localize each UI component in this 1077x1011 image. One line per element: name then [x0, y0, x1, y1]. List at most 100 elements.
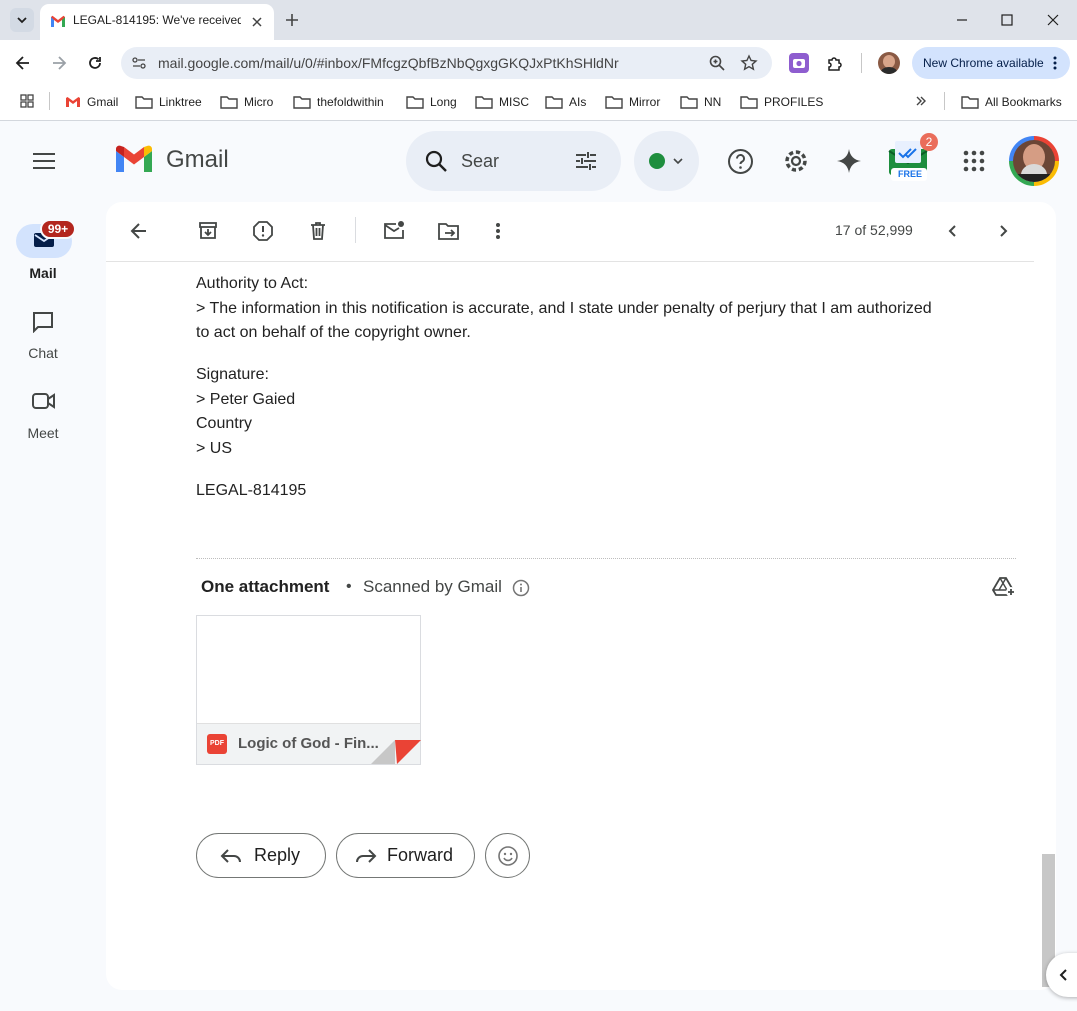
extensions-puzzle-icon[interactable]	[825, 53, 845, 73]
bookmark-nn[interactable]: NN	[680, 92, 721, 112]
left-rail: 99+ Mail Chat Meet	[0, 121, 86, 1011]
bookmark-mirror[interactable]: Mirror	[605, 92, 660, 112]
status-dot	[649, 153, 665, 169]
mark-unread-icon[interactable]	[383, 220, 405, 240]
window-close-icon[interactable]	[1045, 12, 1061, 28]
chevron-double-right-icon[interactable]	[914, 94, 928, 108]
signature-value: > Peter Gaied	[196, 391, 296, 408]
chevron-down-icon	[17, 17, 27, 24]
bookmark-label: All Bookmarks	[985, 95, 1062, 109]
chat-rail-label[interactable]: Chat	[0, 345, 86, 361]
report-spam-icon[interactable]	[253, 221, 273, 241]
toolbar-divider	[861, 53, 862, 73]
browser-tab[interactable]: LEGAL-814195: We've received	[40, 4, 274, 40]
move-to-icon[interactable]	[438, 221, 460, 241]
bookmark-profiles[interactable]: PROFILES	[740, 92, 823, 112]
country-heading: Country	[196, 415, 253, 432]
toolbar-separator	[106, 261, 1034, 262]
chat-icon[interactable]	[32, 311, 54, 333]
apps-grid-icon[interactable]	[19, 93, 35, 109]
pagination-text: 17 of 52,999	[835, 222, 913, 238]
back-to-inbox-icon[interactable]	[129, 221, 149, 241]
reply-button[interactable]: Reply	[196, 833, 326, 878]
bookmark-gmail[interactable]: Gmail	[65, 92, 118, 112]
bookmark-label: Linktree	[159, 95, 202, 109]
video-camera-icon[interactable]	[32, 392, 56, 410]
bookmark-star-icon[interactable]	[740, 54, 758, 72]
zoom-icon[interactable]	[708, 54, 726, 72]
address-bar[interactable]: mail.google.com/mail/u/0/#inbox/FMfcgzQb…	[121, 47, 772, 79]
archive-icon[interactable]	[198, 221, 218, 241]
scanned-by-gmail-label: Scanned by Gmail	[363, 577, 502, 596]
page-curl-icon	[371, 740, 421, 764]
folder-icon	[475, 96, 493, 109]
bookmark-misc[interactable]: MISC	[475, 92, 529, 112]
authority-line-1: > The information in this notification i…	[196, 300, 932, 317]
add-to-drive-icon[interactable]	[992, 576, 1016, 598]
bookmarks-divider	[49, 92, 50, 110]
help-icon[interactable]	[727, 148, 754, 175]
folder-icon	[961, 96, 979, 109]
bookmark-thefoldwithin[interactable]: thefoldwithin	[293, 92, 384, 112]
reply-label: Reply	[254, 845, 301, 865]
gmail-favicon-icon	[66, 97, 80, 107]
attachments-divider	[196, 558, 1016, 559]
more-options-icon[interactable]	[493, 221, 503, 241]
bookmark-label: Long	[430, 95, 457, 109]
account-avatar[interactable]	[1009, 136, 1059, 186]
google-apps-icon[interactable]	[962, 149, 986, 173]
bookmark-ais[interactable]: AIs	[545, 92, 586, 112]
new-chrome-label: New Chrome available	[923, 56, 1044, 70]
search-options-icon[interactable]	[574, 149, 598, 173]
bookmark-linktree[interactable]: Linktree	[135, 92, 202, 112]
search-box[interactable]: Sear	[406, 131, 621, 191]
reload-icon[interactable]	[85, 53, 105, 73]
forward-label: Forward	[387, 845, 454, 865]
site-settings-icon[interactable]	[131, 55, 147, 71]
attachment-file-name: Logic of God - Fin...	[238, 735, 379, 752]
forward-button[interactable]: Forward	[336, 833, 475, 878]
bookmark-micro[interactable]: Micro	[220, 92, 273, 112]
search-icon[interactable]	[424, 149, 448, 173]
forward-arrow-icon[interactable]	[49, 53, 69, 73]
gear-icon[interactable]	[782, 147, 810, 175]
bookmark-long[interactable]: Long	[406, 92, 457, 112]
close-icon[interactable]	[250, 15, 264, 29]
profile-avatar[interactable]	[878, 52, 900, 74]
email-tracker-extension[interactable]: FREE 2	[887, 133, 938, 185]
gmail-favicon-icon	[50, 14, 66, 28]
minimize-icon[interactable]	[954, 12, 970, 28]
bookmark-label: NN	[704, 95, 722, 109]
folder-icon	[605, 96, 623, 109]
chevron-left-icon[interactable]	[944, 222, 962, 240]
maximize-icon[interactable]	[999, 12, 1015, 28]
emoji-reaction-button[interactable]	[485, 833, 530, 878]
chevron-right-icon[interactable]	[994, 222, 1012, 240]
bookmark-label: AIs	[569, 95, 587, 109]
new-chrome-available-button[interactable]: New Chrome available	[912, 47, 1070, 79]
signature-heading: Signature:	[196, 366, 269, 383]
folder-icon	[740, 96, 758, 109]
info-icon[interactable]	[512, 579, 530, 597]
chevron-left-icon	[1059, 969, 1067, 981]
tab-search-button[interactable]	[10, 8, 34, 32]
attachment-card[interactable]: PDF Logic of God - Fin...	[196, 615, 421, 765]
reply-arrow-icon	[220, 848, 241, 863]
tab-title: LEGAL-814195: We've received	[73, 13, 241, 27]
all-bookmarks-folder[interactable]: All Bookmarks	[961, 92, 1062, 112]
country-value: > US	[196, 440, 233, 457]
search-input[interactable]: Sear	[461, 151, 499, 172]
folder-icon	[545, 96, 563, 109]
back-arrow-icon[interactable]	[13, 53, 33, 73]
pdf-file-icon: PDF	[207, 734, 227, 754]
mail-rail-label[interactable]: Mail	[0, 265, 86, 281]
status-selector[interactable]	[634, 131, 699, 191]
meet-rail-label[interactable]: Meet	[0, 425, 86, 441]
new-tab-icon[interactable]	[284, 12, 300, 28]
authority-line-2: to act on behalf of the copyright owner.	[196, 324, 471, 341]
camera-extension-icon[interactable]	[789, 53, 809, 73]
gemini-sparkle-icon[interactable]	[836, 148, 862, 174]
chevron-down-icon	[673, 158, 683, 165]
bookmarks-divider	[944, 92, 945, 110]
delete-icon[interactable]	[308, 221, 328, 241]
